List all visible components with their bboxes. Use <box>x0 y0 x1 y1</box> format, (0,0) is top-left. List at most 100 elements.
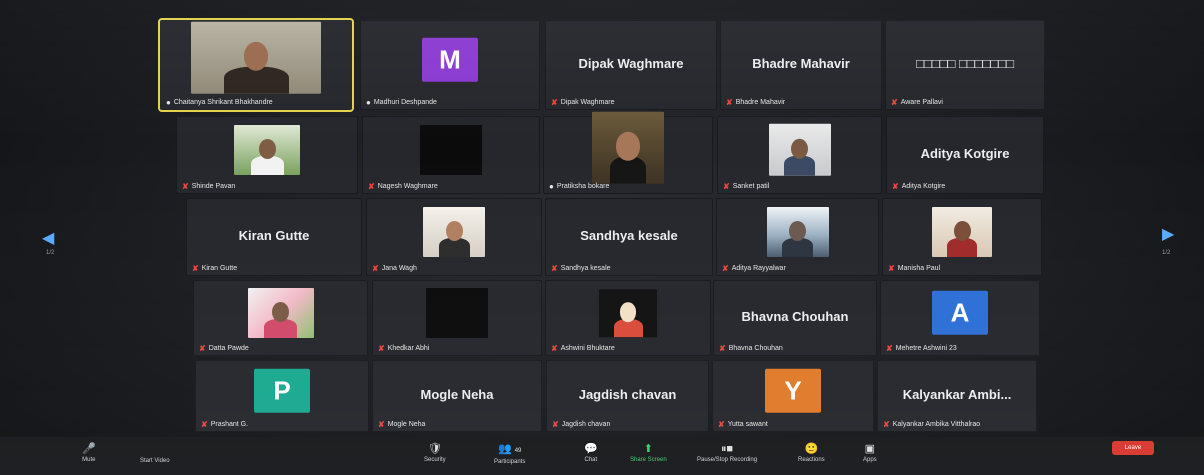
participant-tile[interactable]: Aditya Kotgire ✘ Aditya Kotgire <box>886 116 1044 194</box>
participant-tile[interactable]: ✘ Aditya Rayyalwar <box>716 198 879 276</box>
participant-tile[interactable]: Bhavna Chouhan ✘ Bhavna Chouhan <box>713 280 877 356</box>
participant-label-text: Kiran Gutte <box>201 265 238 272</box>
start-video-label: Start Video <box>140 458 170 464</box>
muted-microphone-icon: ✘ <box>719 344 726 353</box>
participant-tile[interactable]: □□□□□ □□□□□□□ ✘ Aware Pallavi <box>885 20 1045 110</box>
participant-tile[interactable]: ✘ Khedkar Abhi <box>372 280 542 356</box>
participant-label-text: Bhavna Chouhan <box>728 345 783 352</box>
participant-name-label: ● Madhuri Deshpande <box>366 98 536 107</box>
participant-tile[interactable]: Y ✘ Yutta sawant <box>712 360 874 432</box>
participant-tile[interactable]: ● Pratiksha bokare <box>543 111 713 194</box>
previous-page-arrow-icon[interactable]: ◀ <box>42 228 54 248</box>
meeting-toolbar <box>0 437 1204 475</box>
start-video-button[interactable]: Start Video <box>140 458 170 464</box>
participant-tile[interactable]: Dipak Waghmare ✘ Dipak Waghmare <box>545 20 717 110</box>
participant-tile[interactable]: A ✘ Mehetre Ashwini 23 <box>880 280 1040 356</box>
muted-microphone-icon: ✘ <box>722 264 729 273</box>
participant-name-label: ✘ Dipak Waghmare <box>551 98 713 107</box>
participant-label-text: Yutta sawant <box>727 421 768 428</box>
muted-microphone-icon: ✘ <box>886 344 893 353</box>
participant-video <box>768 123 831 176</box>
participant-tile[interactable]: ✘ Datta Pawde <box>193 280 368 356</box>
participant-label-text: Nagesh Waghmare <box>377 183 438 190</box>
participant-tile[interactable]: M ● Madhuri Deshpande <box>360 20 540 110</box>
participant-tile[interactable]: ✘ Ashwini Bhuktare <box>545 280 711 356</box>
participant-display-name: Bhadre Mahavir <box>752 56 850 71</box>
muted-microphone-icon: ✘ <box>891 98 898 107</box>
participant-tile[interactable]: ● Chaitanya Shrikant Bhakhandre <box>160 20 352 110</box>
participant-tile[interactable]: P ✘ Prashant G. <box>195 360 369 432</box>
participant-label-text: Pratiksha bokare <box>556 183 610 190</box>
chat-label: Chat <box>584 457 598 463</box>
participant-tile[interactable]: Jagdish chavan ✘ Jagdish chavan <box>546 360 709 432</box>
chat-icon: 💬 <box>584 443 598 455</box>
pause-stop-recording-label: Pause/Stop Recording <box>697 457 758 463</box>
muted-microphone-icon: ✘ <box>718 420 725 429</box>
participant-video <box>247 288 314 338</box>
participant-tile[interactable]: ✘ Sanket patil <box>717 116 882 194</box>
participant-display-name: Dipak Waghmare <box>578 56 684 71</box>
microphone-icon: ● <box>549 182 554 191</box>
participant-tile[interactable]: Bhadre Mahavir ✘ Bhadre Mahavir <box>720 20 882 110</box>
video-figure-head <box>615 131 641 161</box>
participant-display-name: Kiran Gutte <box>238 228 310 243</box>
pause-stop-icon: ⏸■ <box>720 443 734 455</box>
muted-microphone-icon: ✘ <box>201 420 208 429</box>
participant-name-label: ✘ Bhavna Chouhan <box>719 344 873 353</box>
participant-tile[interactable]: Mogle Neha ✘ Mogle Neha <box>372 360 542 432</box>
participant-name-label: ✘ Khedkar Abhi <box>378 344 538 353</box>
participants-label: Participants <box>494 459 526 465</box>
video-figure-head <box>790 138 809 160</box>
video-figure-head <box>272 302 289 322</box>
video-figure-head <box>619 302 637 322</box>
participant-tile[interactable]: Kiran Gutte ✘ Kiran Gutte <box>186 198 362 276</box>
participant-name-label: ✘ Jana Wagh <box>372 264 538 273</box>
participant-tile[interactable]: Sandhya kesale ✘ Sandhya kesale <box>545 198 713 276</box>
participant-label-text: Datta Pawde <box>208 345 249 352</box>
microphone-icon: ● <box>366 98 371 107</box>
security-button[interactable]: 🛡 Security <box>424 444 446 464</box>
participant-label-text: Khedkar Abhi <box>387 345 430 352</box>
microphone-icon: ● <box>166 98 171 107</box>
page-indicator-left: 1/2 <box>46 250 55 256</box>
muted-microphone-icon: ✘ <box>199 344 206 353</box>
chat-button[interactable]: 💬 Chat <box>584 443 598 464</box>
video-figure-head <box>445 221 463 241</box>
participant-tile[interactable]: ✘ Nagesh Waghmare <box>362 116 540 194</box>
participant-label-text: Manisha Paul <box>897 265 941 272</box>
participants-button[interactable]: 👥 49 Participants <box>494 444 526 466</box>
video-figure-head <box>258 139 276 159</box>
participant-tile[interactable]: ✘ Manisha Paul <box>882 198 1042 276</box>
video-figure-head <box>243 41 269 71</box>
participant-display-name: Jagdish chavan <box>578 387 677 402</box>
participant-video <box>234 125 300 175</box>
participant-name-label: ✘ Mogle Neha <box>378 420 538 429</box>
participant-name-label: ✘ Aditya Kotgire <box>892 182 1040 191</box>
share-screen-button[interactable]: ⬆ Share Screen <box>630 444 667 464</box>
mute-button[interactable]: 🎤 Mute <box>82 444 96 464</box>
participant-name-label: ✘ Shinde Pavan <box>182 182 354 191</box>
avatar: Y <box>765 368 821 413</box>
leave-button[interactable]: Leave <box>1112 441 1154 455</box>
participant-tile[interactable]: ✘ Shinde Pavan <box>176 116 358 194</box>
participant-label-text: Aware Pallavi <box>900 99 943 106</box>
participant-display-name: □□□□□ □□□□□□□ <box>916 56 1014 71</box>
apps-button[interactable]: ▣ Apps <box>863 444 877 464</box>
participant-name-label: ✘ Datta Pawde <box>199 344 364 353</box>
participant-tile[interactable]: ✘ Jana Wagh <box>366 198 542 276</box>
pause-stop-recording-button[interactable]: ⏸■ Pause/Stop Recording <box>697 443 758 464</box>
participant-label-text: Sanket patil <box>732 183 770 190</box>
participant-label-text: Kalyankar Ambika Vitthalrao <box>892 421 981 428</box>
next-page-arrow-icon[interactable]: ▶ <box>1162 224 1174 244</box>
participant-display-name: Mogle Neha <box>420 387 494 402</box>
muted-microphone-icon: ✘ <box>182 182 189 191</box>
participants-icon: 👥 49 <box>498 444 521 457</box>
participant-label-text: Prashant G. <box>210 421 249 428</box>
participant-name-label: ✘ Kalyankar Ambika Vitthalrao <box>883 420 1033 429</box>
muted-microphone-icon: ✘ <box>552 420 559 429</box>
reactions-button[interactable]: 🙂 Reactions <box>798 444 825 464</box>
participant-name-label: ✘ Aware Pallavi <box>891 98 1041 107</box>
participant-name-label: ● Chaitanya Shrikant Bhakhandre <box>166 98 348 107</box>
participant-tile[interactable]: Kalyankar Ambi... ✘ Kalyankar Ambika Vitth… <box>877 360 1037 432</box>
video-figure-head <box>953 221 971 241</box>
